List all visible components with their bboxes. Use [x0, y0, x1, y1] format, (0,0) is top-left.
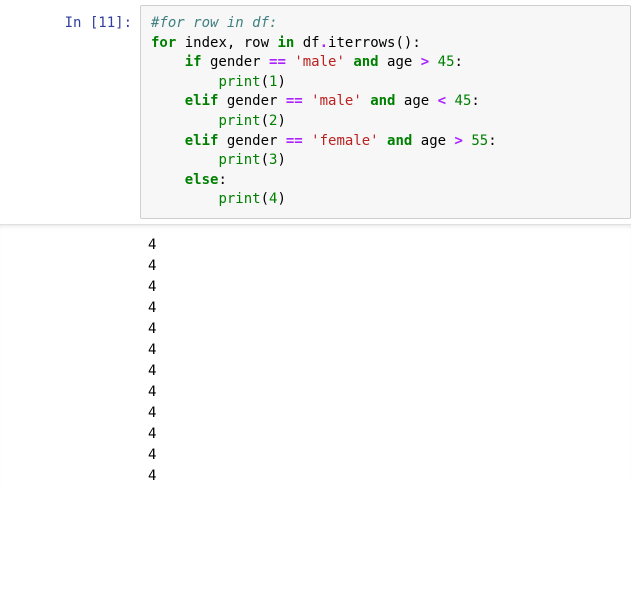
code-token: (	[261, 191, 269, 207]
code-input-area[interactable]: #for row in df: for index, row in df.iter…	[140, 5, 631, 219]
code-token: in	[277, 35, 294, 51]
code-token	[446, 93, 454, 109]
code-token: :	[471, 93, 479, 109]
code-token: iterrows():	[328, 35, 421, 51]
code-token: print	[218, 152, 260, 168]
code-line: if gender == 'male' and age > 45:	[151, 53, 620, 73]
code-line: #for row in df:	[151, 14, 620, 34]
code-token: gender	[218, 133, 285, 149]
code-token: <	[438, 93, 446, 109]
code-token: index, row	[176, 35, 277, 51]
code-token	[151, 113, 218, 129]
code-token	[303, 133, 311, 149]
code-token: gender	[202, 54, 269, 70]
code-token: for	[151, 35, 176, 51]
code-token: age	[395, 93, 437, 109]
code-token: >	[455, 133, 463, 149]
input-prompt: In [11]:	[0, 5, 140, 219]
code-token: >	[421, 54, 429, 70]
output-prompt-spacer	[0, 229, 140, 487]
code-token: elif	[185, 93, 219, 109]
code-token: )	[277, 191, 285, 207]
code-token: .	[320, 35, 328, 51]
code-token: print	[218, 74, 260, 90]
output-cell: 4 4 4 4 4 4 4 4 4 4 4 4	[0, 224, 631, 487]
code-token	[303, 93, 311, 109]
code-token: #for row in df:	[151, 15, 277, 31]
code-token: df	[294, 35, 319, 51]
code-token	[151, 191, 218, 207]
code-line: print(3)	[151, 151, 620, 171]
code-token: 55	[471, 133, 488, 149]
code-token: ==	[269, 54, 286, 70]
code-line: for index, row in df.iterrows():	[151, 34, 620, 54]
code-token: 45	[455, 93, 472, 109]
code-line: elif gender == 'female' and age > 55:	[151, 132, 620, 152]
code-token: ==	[286, 133, 303, 149]
output-content: 4 4 4 4 4 4 4 4 4 4 4 4	[140, 229, 631, 487]
code-token	[151, 93, 185, 109]
code-token: gender	[218, 93, 285, 109]
code-token	[151, 133, 185, 149]
code-line: print(4)	[151, 190, 620, 210]
code-token: age	[412, 133, 454, 149]
code-token: print	[218, 191, 260, 207]
code-token: (	[261, 74, 269, 90]
code-token: ==	[286, 93, 303, 109]
code-line: print(2)	[151, 112, 620, 132]
code-token: :	[455, 54, 463, 70]
code-content: #for row in df: for index, row in df.iter…	[151, 14, 620, 210]
code-line: elif gender == 'male' and age < 45:	[151, 92, 620, 112]
code-token: )	[277, 113, 285, 129]
code-token	[151, 152, 218, 168]
code-token: )	[277, 74, 285, 90]
code-token: if	[185, 54, 202, 70]
code-token: else	[185, 172, 219, 188]
code-token: and	[370, 93, 395, 109]
code-token: age	[379, 54, 421, 70]
code-token	[151, 74, 218, 90]
code-token: (	[261, 152, 269, 168]
code-token	[379, 133, 387, 149]
code-token: )	[277, 152, 285, 168]
code-line: print(1)	[151, 73, 620, 93]
code-token: 'male'	[311, 93, 362, 109]
code-token: 'male'	[294, 54, 345, 70]
code-token	[151, 172, 185, 188]
code-token	[429, 54, 437, 70]
code-token: print	[218, 113, 260, 129]
code-token: :	[488, 133, 496, 149]
code-token: and	[387, 133, 412, 149]
code-line: else:	[151, 171, 620, 191]
code-token	[362, 93, 370, 109]
code-token: 45	[438, 54, 455, 70]
code-token: :	[218, 172, 226, 188]
code-token: and	[353, 54, 378, 70]
code-cell: In [11]: #for row in df: for index, row i…	[0, 0, 631, 224]
code-token: 'female'	[311, 133, 378, 149]
code-token: (	[261, 113, 269, 129]
code-token	[151, 54, 185, 70]
code-token: elif	[185, 133, 219, 149]
